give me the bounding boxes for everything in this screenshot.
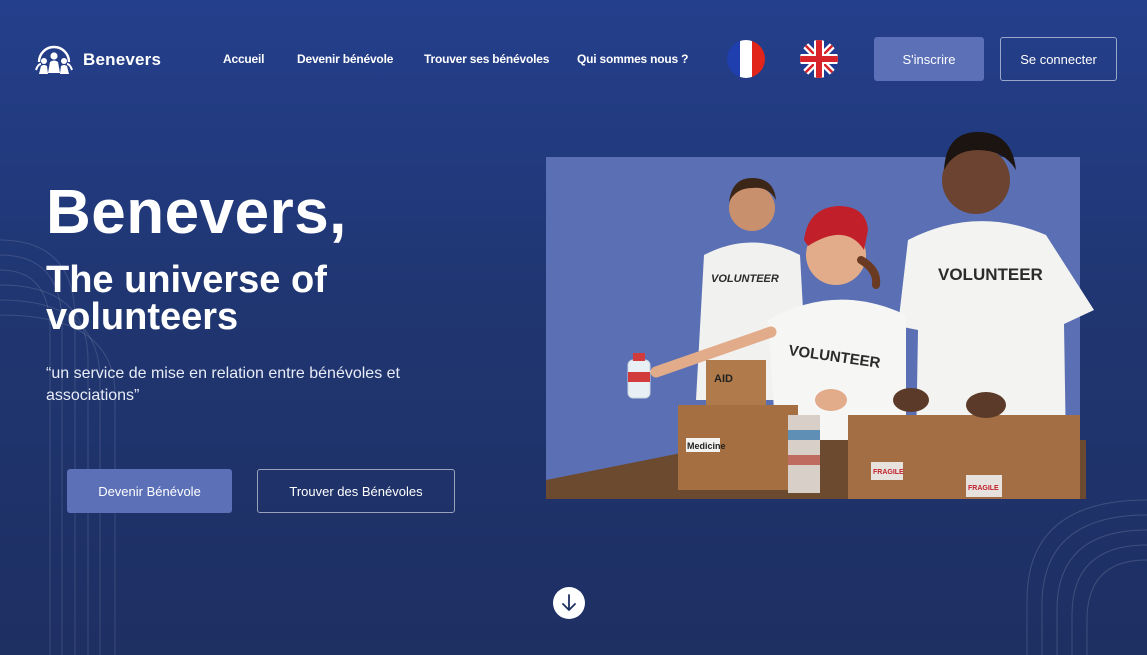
nav-link-trouver-benevoles[interactable]: Trouver ses bénévoles <box>424 52 549 66</box>
become-volunteer-button[interactable]: Devenir Bénévole <box>67 469 232 513</box>
uk-flag-icon[interactable] <box>800 40 838 78</box>
decorative-arcs-right <box>1026 499 1147 655</box>
shirt-text-right: VOLUNTEER <box>938 265 1043 284</box>
nav-link-accueil[interactable]: Accueil <box>223 52 264 66</box>
france-flag-icon[interactable] <box>727 40 765 78</box>
box-label-aid: AID <box>714 373 733 385</box>
arrow-down-icon[interactable] <box>553 587 585 619</box>
hero-quote: “un service de mise en relation entre bé… <box>46 365 400 404</box>
nav-link-qui-sommes-nous[interactable]: Qui sommes nous ? <box>577 52 688 66</box>
box-label-fragile-2: FRAGILE <box>968 485 999 492</box>
login-button[interactable]: Se connecter <box>1000 37 1117 81</box>
people-circle-logo-icon <box>35 45 73 74</box>
hero-subtitle: The universe of volunteers <box>46 259 327 339</box>
signup-button[interactable]: S'inscrire <box>874 37 984 81</box>
brand[interactable]: Benevers <box>34 42 161 78</box>
find-volunteers-button[interactable]: Trouver des Bénévoles <box>257 469 455 513</box>
nav-link-devenir-benevole[interactable]: Devenir bénévole <box>297 52 393 66</box>
hero-title: Benevers, <box>46 178 347 247</box>
top-navigation: Benevers Accueil Devenir bénévole Trouve… <box>0 0 1147 118</box>
volunteers-photo: VOLUNTEER VOLUNTEER VOLUNTEER AID Medici… <box>546 132 1094 499</box>
brand-name: Benevers <box>83 50 162 69</box>
shirt-text-left: VOLUNTEER <box>711 273 779 285</box>
box-label-medicine: Medicine <box>687 441 726 451</box>
box-label-fragile-1: FRAGILE <box>873 469 904 476</box>
